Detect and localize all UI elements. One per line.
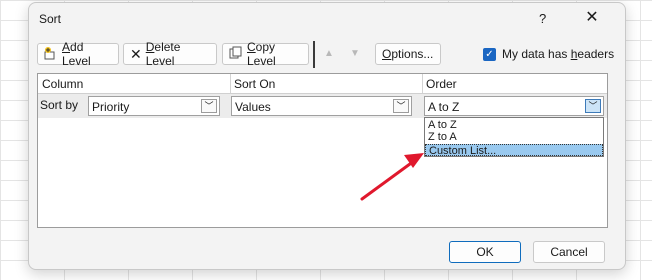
sort-on-select[interactable]: Values ﹀ — [231, 96, 412, 116]
order-option-z-to-a[interactable]: Z to A — [425, 131, 603, 143]
add-level-label: Add Level — [62, 40, 91, 68]
delete-level-label: Delete Level — [145, 40, 181, 68]
header-divider — [230, 74, 231, 93]
headers-checkbox-group[interactable]: ✓ My data has headers — [483, 47, 614, 61]
copy-level-button[interactable]: Copy Level — [222, 40, 309, 68]
sort-dialog: Sort ? ✕ Add Level ✕ Delete Level Copy L… — [28, 2, 626, 270]
move-up-icon: ▲ — [324, 48, 334, 59]
cancel-button[interactable]: Cancel — [533, 241, 605, 263]
title-bar: Sort ? ✕ — [29, 3, 625, 35]
close-button[interactable]: ✕ — [581, 7, 603, 29]
sort-levels-grid: Column Sort On Order Sort by Priority ﹀ … — [37, 73, 608, 228]
header-column: Column — [42, 77, 84, 91]
delete-level-button[interactable]: ✕ Delete Level — [123, 40, 217, 68]
toolbar-separator — [313, 41, 315, 68]
add-level-button[interactable]: Add Level — [37, 40, 119, 68]
order-dropdown-list: A to Z Z to A Custom List... — [424, 117, 604, 157]
dialog-title: Sort — [39, 12, 62, 26]
chevron-down-icon[interactable]: ﹀ — [585, 99, 601, 113]
header-order: Order — [426, 77, 457, 91]
column-value: Priority — [92, 100, 130, 114]
add-level-icon — [44, 46, 58, 63]
copy-icon — [229, 46, 243, 63]
chevron-down-icon[interactable]: ﹀ — [201, 99, 217, 113]
header-sort-on: Sort On — [234, 77, 276, 91]
order-option-custom-list[interactable]: Custom List... — [425, 144, 603, 157]
options-button[interactable]: Options... — [375, 43, 441, 65]
move-up-button[interactable]: ▲ — [319, 45, 339, 63]
headers-checkbox[interactable]: ✓ — [483, 47, 496, 61]
order-option-a-to-z[interactable]: A to Z — [425, 119, 603, 131]
sort-on-value: Values — [235, 100, 271, 114]
order-value: A to Z — [428, 100, 460, 114]
order-select[interactable]: A to Z ﹀ — [424, 96, 604, 116]
header-divider — [422, 74, 423, 93]
grid-header: Column Sort On Order — [38, 74, 607, 94]
ok-button[interactable]: OK — [449, 241, 521, 263]
move-down-button[interactable]: ▼ — [345, 45, 365, 63]
delete-icon: ✕ — [130, 45, 142, 62]
copy-level-label: Copy Level — [247, 40, 276, 68]
headers-checkbox-label: My data has headers — [502, 47, 615, 61]
options-label: Options... — [382, 47, 434, 61]
chevron-down-icon[interactable]: ﹀ — [393, 99, 409, 113]
column-select[interactable]: Priority ﹀ — [88, 96, 220, 116]
help-button[interactable]: ? — [539, 11, 546, 26]
move-down-icon: ▼ — [350, 48, 360, 59]
sort-by-label: Sort by — [40, 98, 79, 112]
